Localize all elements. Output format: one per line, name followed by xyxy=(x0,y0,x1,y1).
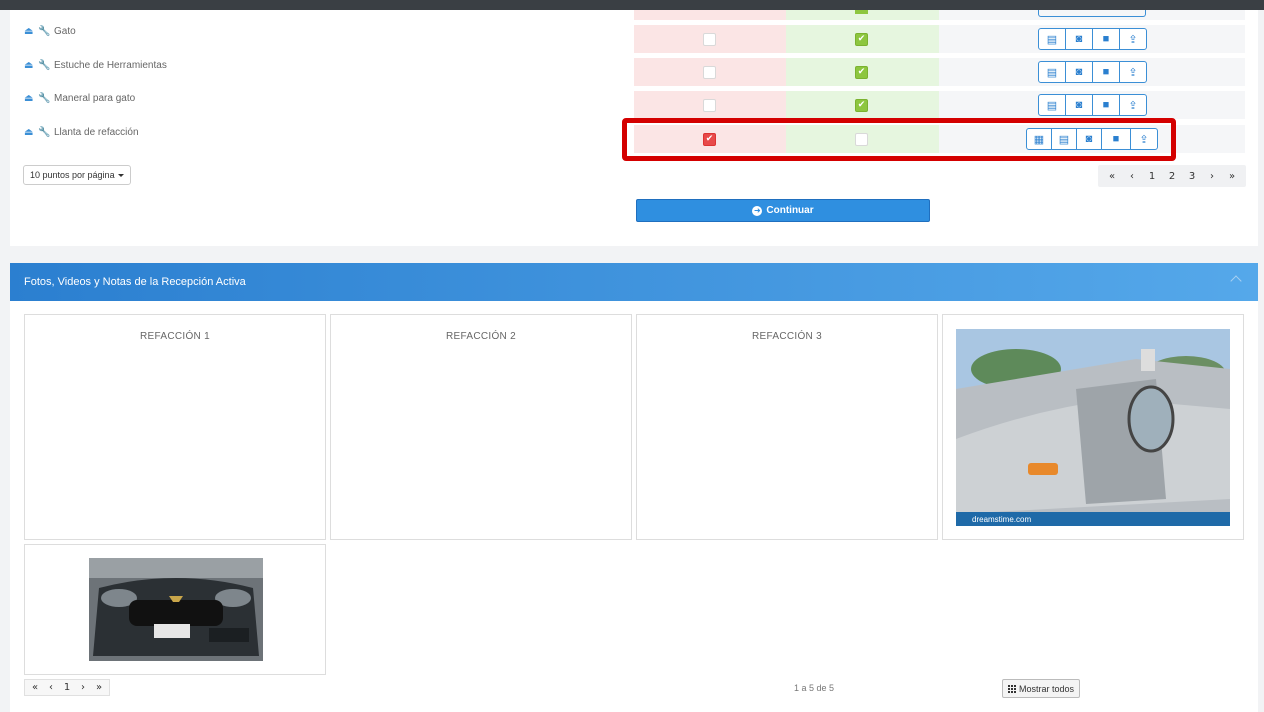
damaged-car-photo: dreamstime.com xyxy=(956,329,1230,526)
eject-icon[interactable]: ⏏ xyxy=(24,26,38,37)
page-1-button[interactable]: 1 xyxy=(1142,171,1162,182)
next-page-button[interactable]: › xyxy=(75,682,91,693)
first-page-button[interactable]: « xyxy=(27,682,43,693)
list-item: ⏏ 🔧 Estuche de Herramientas xyxy=(24,58,167,72)
wrench-icon[interactable]: 🔧 xyxy=(38,127,52,138)
item-action-buttons: ▤ ◙ ■ ⇪ xyxy=(1038,28,1147,50)
item-green-checkbox[interactable]: ✔ xyxy=(855,99,868,112)
item-green-checkbox[interactable]: ✔ xyxy=(855,33,868,46)
first-page-button[interactable]: « xyxy=(1102,171,1122,182)
last-page-button[interactable]: » xyxy=(1222,171,1242,182)
document-icon[interactable]: ▤ xyxy=(1038,61,1066,83)
pagination-bottom: « ‹ 1 › » xyxy=(24,679,110,696)
wrench-icon[interactable]: 🔧 xyxy=(38,93,52,104)
document-icon[interactable]: ▤ xyxy=(1038,28,1066,50)
show-all-label: Mostrar todos xyxy=(1019,683,1075,694)
prev-page-button[interactable]: ‹ xyxy=(1122,171,1142,182)
media-tile-title: REFACCIÓN 3 xyxy=(752,331,822,342)
prev-row-red-cell xyxy=(634,10,786,20)
caret-down-icon xyxy=(117,173,124,177)
item-label: Gato xyxy=(54,25,76,37)
media-section-title: Fotos, Videos y Notas de la Recepción Ac… xyxy=(24,276,246,288)
photo-watermark: dreamstime.com xyxy=(972,515,1031,524)
last-page-button[interactable]: » xyxy=(91,682,107,693)
item-red-checkbox[interactable] xyxy=(703,99,716,112)
camera-icon[interactable]: ◙ xyxy=(1065,28,1093,50)
media-section-header[interactable]: Fotos, Videos y Notas de la Recepción Ac… xyxy=(10,263,1258,301)
video-icon[interactable]: ■ xyxy=(1092,94,1120,116)
item-label: Maneral para gato xyxy=(54,92,136,104)
page-1-button[interactable]: 1 xyxy=(59,682,75,693)
prev-page-button[interactable]: ‹ xyxy=(43,682,59,693)
list-item: ⏏ 🔧 Maneral para gato xyxy=(24,91,135,105)
media-tile-photo[interactable] xyxy=(24,544,326,675)
item-green-checkbox[interactable]: ✔ xyxy=(855,66,868,79)
camera-icon[interactable]: ◙ xyxy=(1065,61,1093,83)
video-icon[interactable]: ■ xyxy=(1092,28,1120,50)
item-red-checkbox[interactable] xyxy=(703,66,716,79)
pagination-top: « ‹ 1 2 3 › » xyxy=(1098,165,1246,187)
eject-icon[interactable]: ⏏ xyxy=(24,127,38,138)
camera-icon[interactable]: ◙ xyxy=(1065,94,1093,116)
top-bar xyxy=(0,0,1264,10)
continue-button[interactable]: ➜ Continuar xyxy=(636,199,930,222)
show-all-button[interactable]: Mostrar todos xyxy=(1002,679,1081,698)
item-action-buttons: ▤ ◙ ■ ⇪ xyxy=(1038,61,1147,83)
highlight-box xyxy=(622,118,1176,161)
eject-icon[interactable]: ⏏ xyxy=(24,60,38,71)
document-icon[interactable]: ▤ xyxy=(1038,94,1066,116)
item-label: Llanta de refacción xyxy=(54,126,139,138)
next-page-button[interactable]: › xyxy=(1202,171,1222,182)
eject-icon[interactable]: ⏏ xyxy=(24,93,38,104)
video-icon[interactable]: ■ xyxy=(1092,61,1120,83)
result-count: 1 a 5 de 5 xyxy=(794,683,835,693)
arrow-circle-right-icon: ➜ xyxy=(752,205,763,216)
media-tile-title: REFACCIÓN 2 xyxy=(446,331,516,342)
upload-icon[interactable]: ⇪ xyxy=(1119,61,1147,83)
car-front-photo xyxy=(89,558,263,661)
prev-row-action-buttons[interactable] xyxy=(1038,10,1146,17)
list-item: ⏏ 🔧 Gato xyxy=(24,24,76,38)
upload-icon[interactable]: ⇪ xyxy=(1119,28,1147,50)
list-item: ⏏ 🔧 Llanta de refacción xyxy=(24,125,139,139)
media-tile-title: REFACCIÓN 1 xyxy=(140,331,210,342)
media-tile[interactable]: REFACCIÓN 2 xyxy=(330,314,632,540)
prev-row-green-check[interactable] xyxy=(855,10,868,14)
wrench-icon[interactable]: 🔧 xyxy=(38,26,52,37)
wrench-icon[interactable]: 🔧 xyxy=(38,60,52,71)
page-2-button[interactable]: 2 xyxy=(1162,171,1182,182)
continue-label: Continuar xyxy=(766,205,814,216)
item-label: Estuche de Herramientas xyxy=(54,59,167,71)
upload-icon[interactable]: ⇪ xyxy=(1119,94,1147,116)
per-page-dropdown[interactable]: 10 puntos por página xyxy=(23,165,131,185)
per-page-label: 10 puntos por página xyxy=(30,170,115,180)
chevron-up-icon[interactable] xyxy=(1230,275,1242,287)
item-red-checkbox[interactable] xyxy=(703,33,716,46)
item-action-buttons: ▤ ◙ ■ ⇪ xyxy=(1038,94,1147,116)
media-tile-photo[interactable]: dreamstime.com xyxy=(942,314,1244,540)
media-tile[interactable]: REFACCIÓN 3 xyxy=(636,314,938,540)
page-3-button[interactable]: 3 xyxy=(1182,171,1202,182)
media-tile[interactable]: REFACCIÓN 1 xyxy=(24,314,326,540)
grid-icon xyxy=(1008,684,1016,693)
